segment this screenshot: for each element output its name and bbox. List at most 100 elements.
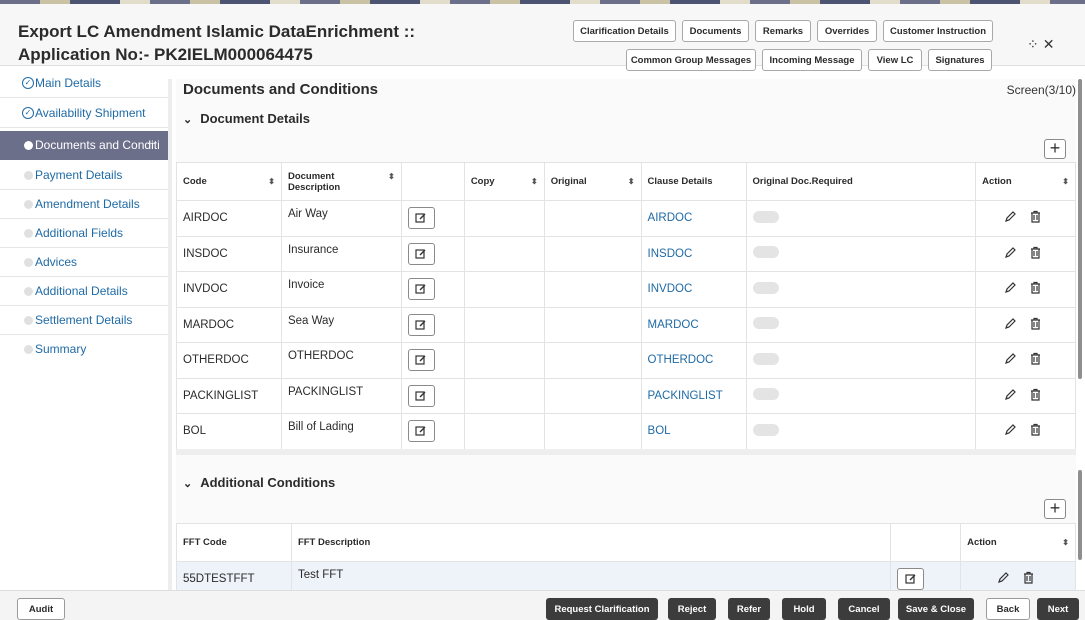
sidebar-item-documents-and-conditions[interactable]: Documents and Conditi ... bbox=[0, 131, 168, 160]
table-row[interactable]: AIRDOC Air Way AIRDOC bbox=[176, 200, 1076, 237]
signatures-button[interactable]: Signatures bbox=[928, 49, 992, 71]
trash-icon[interactable] bbox=[1029, 388, 1042, 404]
sort-icon[interactable]: ⬍ bbox=[388, 171, 395, 182]
save-and-close-button[interactable]: Save & Close bbox=[898, 598, 974, 620]
pencil-icon[interactable] bbox=[1004, 388, 1017, 404]
sidebar-resize-handle[interactable] bbox=[168, 79, 172, 590]
edit-icon[interactable] bbox=[407, 313, 435, 336]
add-condition-button[interactable]: + bbox=[1044, 499, 1066, 519]
additional-conditions-header[interactable]: ⌄ Additional Conditions bbox=[183, 475, 335, 490]
sidebar-item-payment-details[interactable]: Payment Details bbox=[0, 161, 168, 190]
sidebar-item-amendment-details[interactable]: Amendment Details bbox=[0, 190, 168, 219]
vertical-scrollbar[interactable] bbox=[1078, 79, 1082, 379]
edit-icon[interactable] bbox=[407, 420, 435, 443]
horizontal-scrollbar[interactable] bbox=[176, 449, 1076, 455]
sort-icon[interactable]: ⬍ bbox=[1062, 176, 1069, 187]
original-doc-required-toggle[interactable] bbox=[752, 388, 779, 401]
pencil-icon[interactable] bbox=[997, 571, 1010, 587]
column-header-original[interactable]: Original ⬍ bbox=[543, 162, 642, 201]
original-doc-required-toggle[interactable] bbox=[752, 317, 779, 330]
trash-icon[interactable] bbox=[1029, 423, 1042, 439]
clause-details-link[interactable]: BOL bbox=[640, 413, 747, 450]
sidebar-item-summary[interactable]: Summary bbox=[0, 335, 168, 364]
edit-icon[interactable] bbox=[407, 349, 435, 372]
close-icon[interactable]: ✕ bbox=[1043, 36, 1059, 52]
sidebar-item-advices[interactable]: Advices bbox=[0, 248, 168, 277]
add-document-button[interactable]: + bbox=[1044, 139, 1066, 159]
original-doc-required-toggle[interactable] bbox=[752, 423, 779, 436]
trash-icon[interactable] bbox=[1029, 246, 1042, 262]
pencil-icon[interactable] bbox=[1004, 281, 1017, 297]
overrides-button[interactable]: Overrides bbox=[817, 20, 877, 42]
remarks-button[interactable]: Remarks bbox=[755, 20, 811, 42]
collapse-icon[interactable]: ⁘ bbox=[1027, 36, 1043, 52]
action-cell bbox=[975, 306, 1076, 343]
pencil-icon[interactable] bbox=[1004, 423, 1017, 439]
audit-button[interactable]: Audit bbox=[17, 598, 65, 620]
table-row[interactable]: OTHERDOC OTHERDOC OTHERDOC bbox=[176, 342, 1076, 379]
sidebar-item-additional-details[interactable]: Additional Details bbox=[0, 277, 168, 306]
trash-icon[interactable] bbox=[1029, 281, 1042, 297]
sort-icon[interactable]: ⬍ bbox=[628, 176, 635, 187]
view-lc-button[interactable]: View LC bbox=[868, 49, 922, 71]
reject-button[interactable]: Reject bbox=[668, 598, 716, 620]
clause-details-link[interactable]: MARDOC bbox=[640, 306, 747, 343]
edit-icon[interactable] bbox=[407, 278, 435, 301]
original-doc-required-toggle[interactable] bbox=[752, 352, 779, 365]
sidebar-item-main-details[interactable]: ✓ Main Details bbox=[0, 69, 168, 98]
sort-icon[interactable]: ⬍ bbox=[531, 176, 538, 187]
pencil-icon[interactable] bbox=[1004, 352, 1017, 368]
clause-details-link[interactable]: INVDOC bbox=[640, 271, 747, 308]
table-row[interactable]: MARDOC Sea Way MARDOC bbox=[176, 306, 1076, 343]
column-header-document-description[interactable]: Document Description ⬍ bbox=[280, 162, 402, 201]
original-doc-required-toggle[interactable] bbox=[752, 246, 779, 259]
request-clarification-button[interactable]: Request Clarification bbox=[546, 598, 658, 620]
table-row[interactable]: PACKINGLIST PACKINGLIST PACKINGLIST bbox=[176, 377, 1076, 414]
sidebar-item-additional-fields[interactable]: Additional Fields bbox=[0, 219, 168, 248]
incoming-message-button[interactable]: Incoming Message bbox=[762, 49, 862, 71]
original-doc-required-toggle[interactable] bbox=[752, 210, 779, 223]
pencil-icon[interactable] bbox=[1004, 210, 1017, 226]
column-header-code[interactable]: Code ⬍ bbox=[176, 162, 282, 201]
common-group-messages-button[interactable]: Common Group Messages bbox=[626, 49, 756, 71]
next-button[interactable]: Next bbox=[1037, 598, 1079, 620]
sidebar-item-availability-shipment[interactable]: ✓ Availability Shipment bbox=[0, 99, 168, 128]
customer-instruction-button[interactable]: Customer Instruction bbox=[883, 20, 993, 42]
sort-icon[interactable]: ⬍ bbox=[268, 176, 275, 187]
column-header-action[interactable]: Action ⬍ bbox=[960, 523, 1076, 562]
pencil-icon[interactable] bbox=[1004, 246, 1017, 262]
clause-details-link[interactable]: INSDOC bbox=[640, 235, 747, 272]
original-cell bbox=[543, 342, 642, 379]
column-header-copy[interactable]: Copy ⬍ bbox=[463, 162, 545, 201]
vertical-scrollbar-lower[interactable] bbox=[1078, 470, 1082, 560]
table-row[interactable]: INVDOC Invoice INVDOC bbox=[176, 271, 1076, 308]
documents-button[interactable]: Documents bbox=[682, 20, 749, 42]
edit-icon[interactable] bbox=[407, 242, 435, 265]
clarification-details-button[interactable]: Clarification Details bbox=[573, 20, 676, 42]
pencil-icon[interactable] bbox=[1004, 317, 1017, 333]
cancel-button[interactable]: Cancel bbox=[838, 598, 890, 620]
refer-button[interactable]: Refer bbox=[728, 598, 770, 620]
clause-details-link[interactable]: OTHERDOC bbox=[640, 342, 747, 379]
edit-icon[interactable] bbox=[407, 207, 435, 230]
table-row[interactable]: INSDOC Insurance INSDOC bbox=[176, 235, 1076, 272]
clause-details-link[interactable]: PACKINGLIST bbox=[640, 377, 747, 414]
hold-button[interactable]: Hold bbox=[782, 598, 826, 620]
sidebar-item-settlement-details[interactable]: Settlement Details bbox=[0, 306, 168, 335]
edit-icon[interactable] bbox=[897, 568, 925, 591]
edit-icon[interactable] bbox=[407, 384, 435, 407]
clause-details-link[interactable]: AIRDOC bbox=[640, 200, 747, 237]
back-button[interactable]: Back bbox=[986, 598, 1030, 620]
table-row[interactable]: BOL Bill of Lading BOL bbox=[176, 413, 1076, 450]
trash-icon[interactable] bbox=[1022, 571, 1035, 587]
column-header-edit bbox=[890, 523, 962, 562]
page-heading-line1: Export LC Amendment Islamic DataEnrichme… bbox=[18, 22, 416, 41]
column-header-action[interactable]: Action ⬍ bbox=[975, 162, 1076, 201]
trash-icon[interactable] bbox=[1029, 210, 1042, 226]
sort-icon[interactable]: ⬍ bbox=[1062, 537, 1069, 548]
document-details-header[interactable]: ⌄ Document Details bbox=[183, 111, 310, 126]
trash-icon[interactable] bbox=[1029, 317, 1042, 333]
original-doc-required-toggle[interactable] bbox=[752, 281, 779, 294]
trash-icon[interactable] bbox=[1029, 352, 1042, 368]
footer-toolbar: Audit Request Clarification Reject Refer… bbox=[0, 590, 1085, 620]
